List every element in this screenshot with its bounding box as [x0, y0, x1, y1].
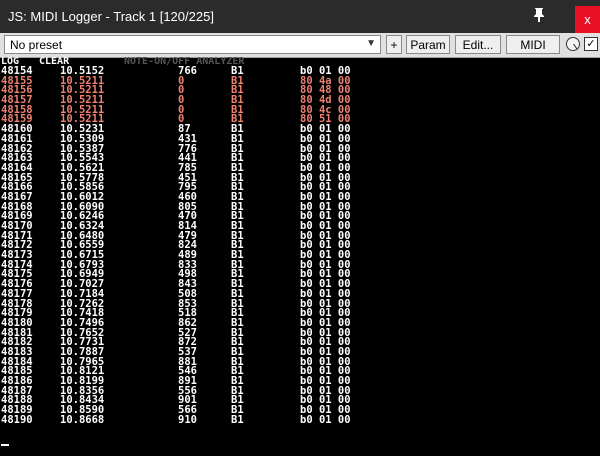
chevron-down-icon: ▼	[366, 38, 376, 49]
window-title: JS: MIDI Logger - Track 1 [120/225]	[8, 9, 214, 24]
event-note: B1	[231, 413, 244, 426]
event-number: 48190	[1, 413, 33, 426]
title-bar: JS: MIDI Logger - Track 1 [120/225] x	[0, 0, 600, 33]
close-button[interactable]: x	[575, 6, 600, 33]
midi-button[interactable]: MIDI	[506, 35, 560, 54]
toolbar: No preset ▼ + Param Edit... MIDI ✓	[0, 33, 600, 58]
close-icon: x	[584, 12, 591, 27]
bypass-checkbox[interactable]: ✓	[584, 37, 598, 51]
text-cursor	[1, 444, 9, 446]
add-preset-button[interactable]: +	[386, 35, 402, 54]
midi-log[interactable]: 48154 10.5152 766 B1 b0 01 00 48155 10.5211 0 B1…	[0, 66, 600, 456]
event-delta: 910	[178, 413, 197, 426]
preset-value: No preset	[10, 38, 63, 52]
edit-button[interactable]: Edit...	[455, 35, 501, 54]
event-time: 10.8668	[60, 413, 105, 426]
wet-knob[interactable]	[566, 37, 580, 51]
preset-dropdown[interactable]: No preset ▼	[4, 35, 381, 54]
param-button[interactable]: Param	[406, 35, 450, 54]
log-row: 48190 10.8668 910 B1 b0 01 00	[0, 413, 600, 426]
event-bytes: b0 01 00	[300, 413, 351, 426]
pin-icon[interactable]	[530, 6, 548, 24]
